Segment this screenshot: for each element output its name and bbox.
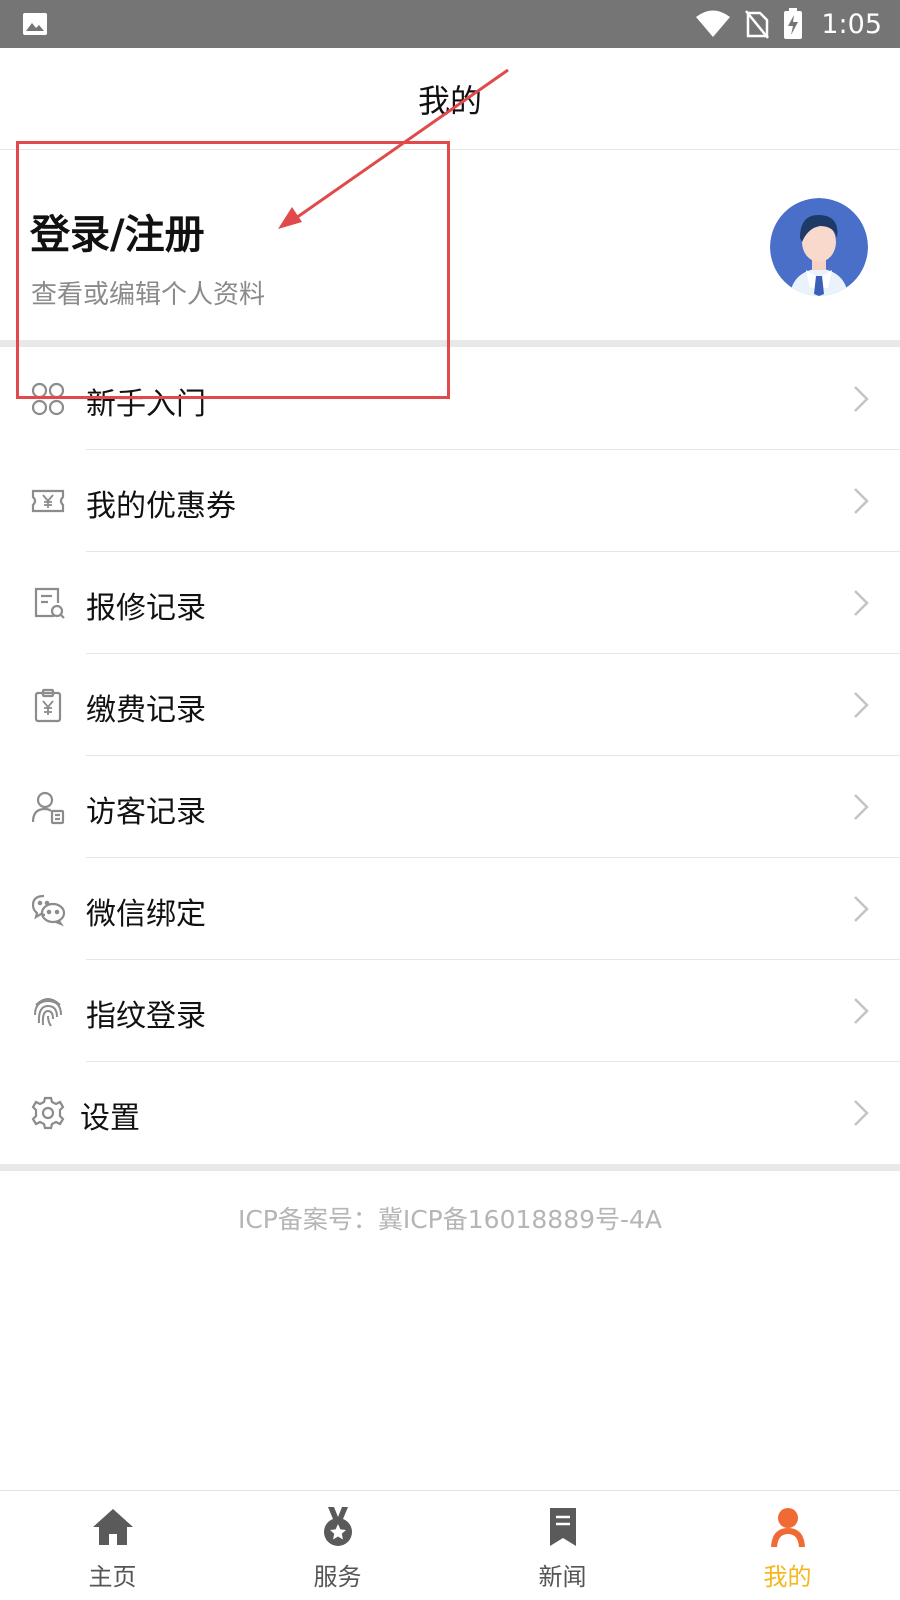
menu-item-label: 报修记录 xyxy=(86,591,206,626)
clover-icon xyxy=(31,382,65,416)
menu-item-coupons[interactable]: 我的优惠券 xyxy=(0,450,900,552)
login-register-link[interactable]: 登录/注册 xyxy=(30,202,205,260)
app-header: 我的 xyxy=(0,48,900,150)
menu-item-label: 新手入门 xyxy=(86,387,206,422)
gear-icon xyxy=(31,1096,65,1130)
menu-item-label: 指纹登录 xyxy=(86,999,206,1034)
chevron-right-icon xyxy=(854,590,869,616)
profile-card[interactable]: 登录/注册 查看或编辑个人资料 xyxy=(0,150,900,344)
visitor-record-icon xyxy=(31,791,65,825)
menu-item-payment-records[interactable]: 缴费记录 xyxy=(0,654,900,756)
no-sim-icon xyxy=(745,10,770,39)
tab-label: 我的 xyxy=(763,1563,812,1591)
tab-home[interactable]: 主页 xyxy=(0,1491,225,1600)
menu-item-label: 设置 xyxy=(80,1101,140,1136)
menu-item-beginner-guide[interactable]: 新手入门 xyxy=(0,348,900,450)
menu-item-label: 微信绑定 xyxy=(86,897,206,932)
image-icon xyxy=(23,13,47,35)
page-title: 我的 xyxy=(417,81,482,120)
section-divider xyxy=(0,340,900,347)
status-bar: 1:05 xyxy=(0,0,900,48)
chevron-right-icon xyxy=(854,794,869,820)
profile-subtitle: 查看或编辑个人资料 xyxy=(31,280,266,310)
medal-icon xyxy=(323,1507,352,1546)
menu-list: 新手入门 我的优惠券 报修记录 缴费记录 访客记录 微信绑定 指纹登录 设置 xyxy=(0,348,900,1164)
chevron-right-icon xyxy=(854,386,869,412)
chevron-right-icon xyxy=(854,1100,869,1126)
section-divider xyxy=(0,1164,900,1171)
repair-record-icon xyxy=(34,587,65,619)
wifi-icon xyxy=(696,10,731,37)
chevron-right-icon xyxy=(854,488,869,514)
coupon-icon xyxy=(31,489,65,513)
menu-item-repair-records[interactable]: 报修记录 xyxy=(0,552,900,654)
menu-item-label: 我的优惠券 xyxy=(86,489,236,524)
menu-item-wechat-binding[interactable]: 微信绑定 xyxy=(0,858,900,960)
fingerprint-icon xyxy=(34,998,62,1027)
bottom-tab-bar: 主页 服务 新闻 我的 xyxy=(0,1490,900,1600)
chevron-right-icon xyxy=(854,692,869,718)
menu-item-visitor-records[interactable]: 访客记录 xyxy=(0,756,900,858)
icp-record-text: ICP备案号：冀ICP备16018889号-4A xyxy=(237,1205,663,1234)
tab-services[interactable]: 服务 xyxy=(225,1491,450,1600)
payment-record-icon xyxy=(34,688,62,723)
battery-charging-icon xyxy=(784,8,803,39)
tab-label: 主页 xyxy=(88,1563,137,1591)
tab-label: 新闻 xyxy=(538,1563,587,1591)
tab-label: 服务 xyxy=(313,1563,362,1591)
menu-item-label: 访客记录 xyxy=(86,795,206,830)
home-icon xyxy=(92,1509,133,1545)
tab-mine[interactable]: 我的 xyxy=(675,1491,900,1600)
user-avatar-icon[interactable] xyxy=(770,198,868,296)
person-icon xyxy=(770,1508,805,1547)
chevron-right-icon xyxy=(854,896,869,922)
bookmark-icon xyxy=(549,1508,576,1546)
menu-item-settings[interactable]: 设置 xyxy=(0,1062,900,1164)
tab-news[interactable]: 新闻 xyxy=(450,1491,675,1600)
menu-item-fingerprint-login[interactable]: 指纹登录 xyxy=(0,960,900,1062)
menu-item-label: 缴费记录 xyxy=(86,693,206,728)
chevron-right-icon xyxy=(854,998,869,1024)
wechat-icon xyxy=(31,894,66,927)
status-time: 1:05 xyxy=(821,8,882,40)
